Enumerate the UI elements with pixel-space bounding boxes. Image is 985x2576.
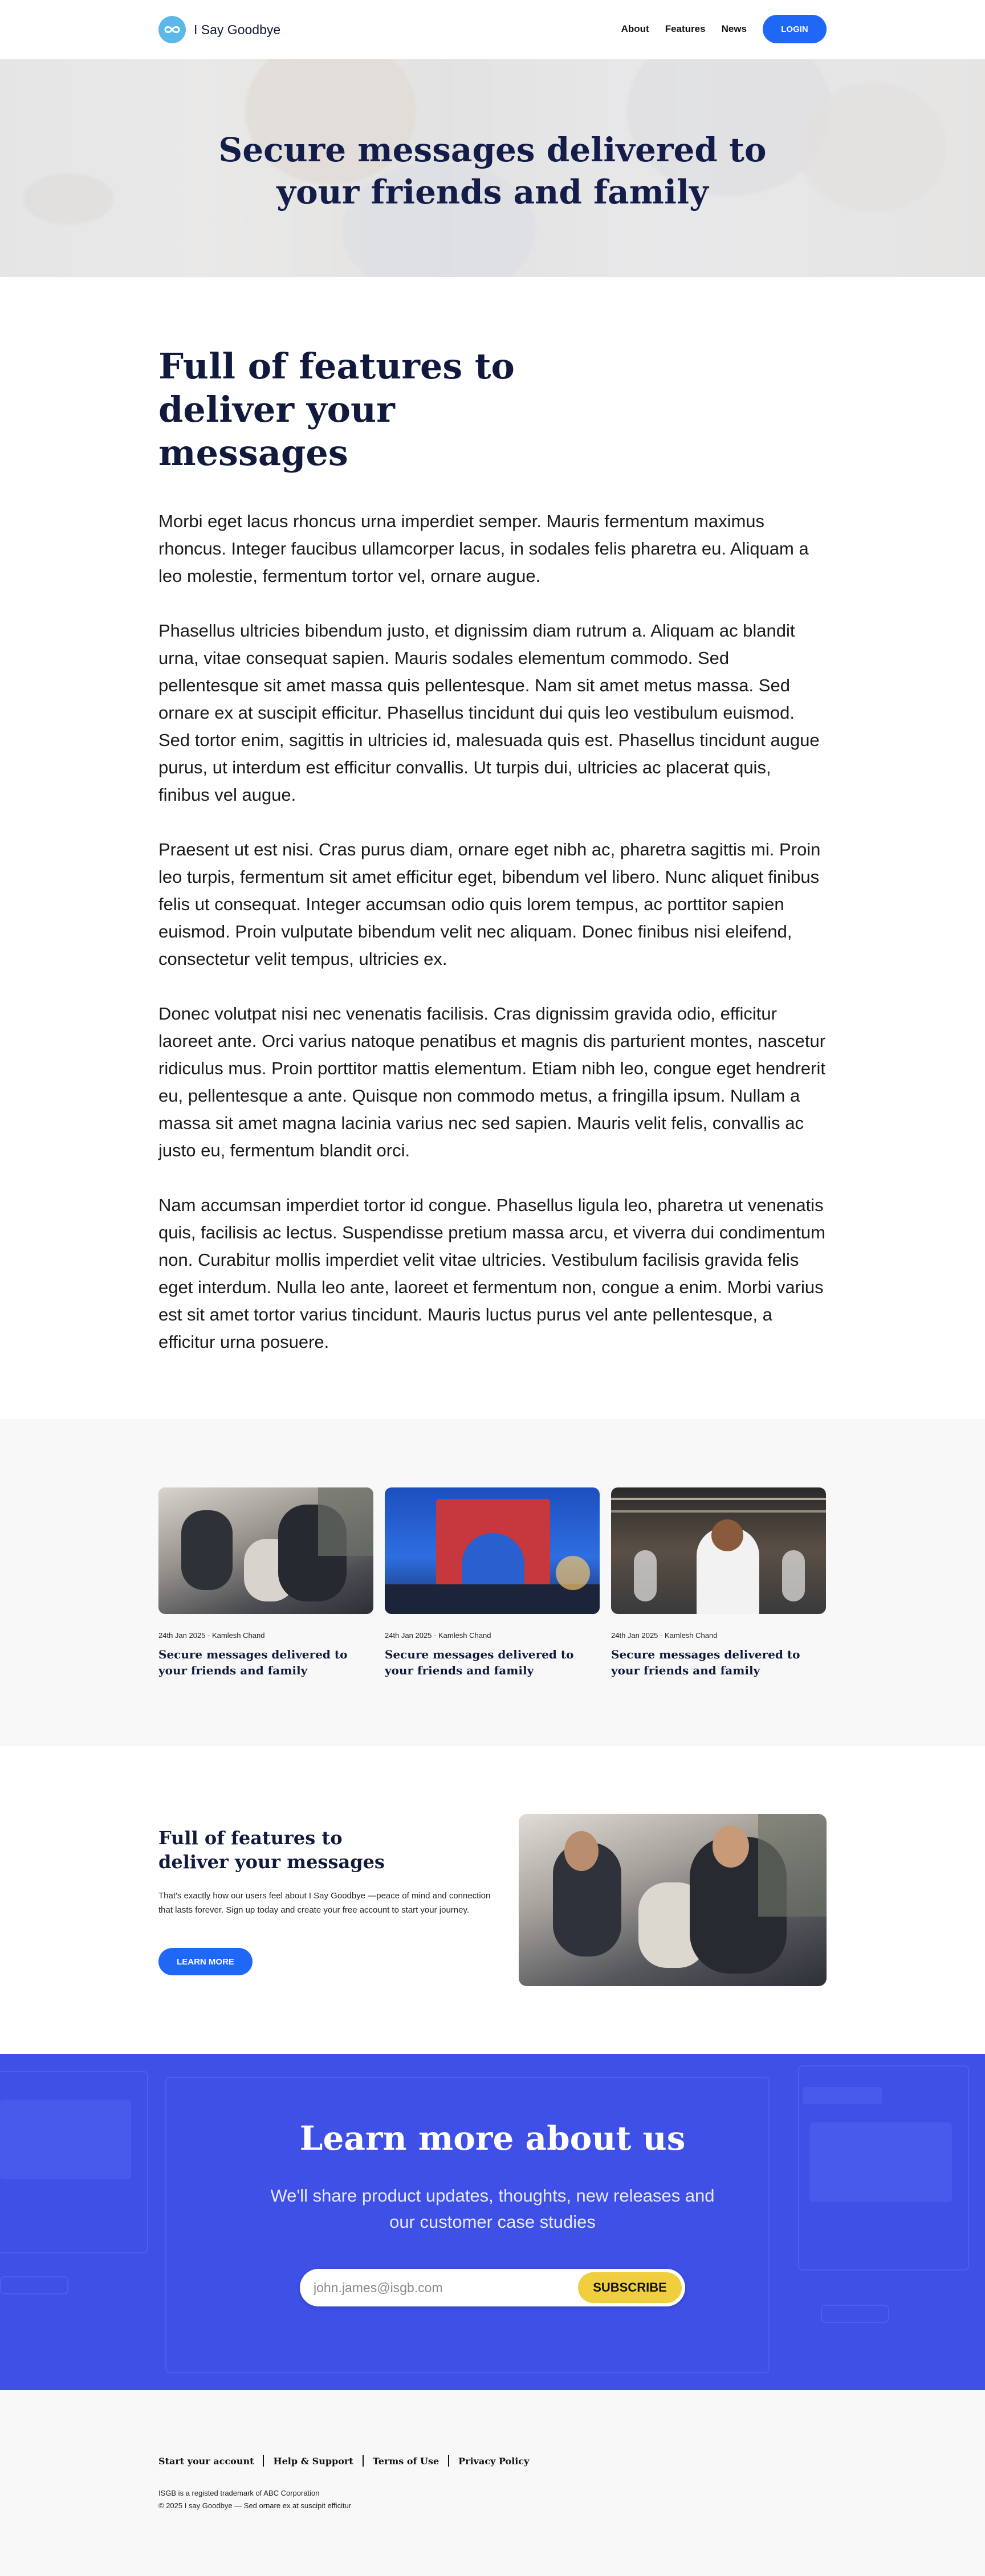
family-photo bbox=[519, 1814, 827, 1986]
email-field[interactable] bbox=[314, 2276, 576, 2300]
brand[interactable]: I Say Goodbye bbox=[158, 16, 280, 43]
card-title: Secure messages delivered to your friend… bbox=[611, 1648, 800, 1677]
news-card[interactable]: 24th Jan 2025 - Kamlesh Chand Secure mes… bbox=[385, 1487, 600, 1678]
subscribe-band: Learn more about us We'll share product … bbox=[0, 2054, 985, 2390]
news-cards-section: 24th Jan 2025 - Kamlesh Chand Secure mes… bbox=[0, 1419, 985, 1746]
infinity-logo-icon bbox=[158, 16, 186, 43]
hero-banner: Secure messages delivered to your friend… bbox=[0, 59, 985, 277]
footer-link-start-account[interactable]: Start your account bbox=[158, 2456, 254, 2467]
brand-name: I Say Goodbye bbox=[194, 22, 281, 37]
card-title: Secure messages delivered to your friend… bbox=[385, 1648, 574, 1677]
feature-title: Full of features to deliver your message… bbox=[158, 1827, 385, 1873]
trademark-notice: ISGB is a registed trademark of ABC Corp… bbox=[158, 2489, 320, 2497]
background-mockup bbox=[821, 2305, 889, 2323]
news-card[interactable]: 24th Jan 2025 - Kamlesh Chand Secure mes… bbox=[158, 1487, 373, 1678]
learn-more-button[interactable]: LEARN MORE bbox=[158, 1948, 253, 1975]
subscribe-title: Learn more about us bbox=[299, 2119, 686, 2158]
nav-news[interactable]: News bbox=[722, 23, 747, 35]
footer-link-terms[interactable]: Terms of Use bbox=[373, 2456, 439, 2467]
footer-links: Start your account Help & Support Terms … bbox=[158, 2455, 529, 2467]
article-paragraph: Nam accumsan imperdiet tortor id congue.… bbox=[158, 1195, 825, 1352]
subscribe-button[interactable]: SUBSCRIBE bbox=[578, 2272, 682, 2303]
article-paragraph: Morbi eget lacus rhoncus urna imperdiet … bbox=[158, 511, 809, 586]
site-header: I Say Goodbye About Features News LOGIN bbox=[0, 0, 985, 59]
article-section: Full of features to deliver your message… bbox=[158, 345, 827, 1356]
footer-divider bbox=[448, 2455, 450, 2467]
article-paragraph: Praesent ut est nisi. Cras purus diam, o… bbox=[158, 839, 821, 969]
copyright-notice: © 2025 I say Goodbye — Sed ornare ex at … bbox=[158, 2501, 352, 2510]
background-mockup bbox=[0, 2276, 68, 2294]
footer-link-help[interactable]: Help & Support bbox=[273, 2456, 353, 2467]
chef-kitchen-photo bbox=[611, 1487, 826, 1614]
footer-legal: ISGB is a registed trademark of ABC Corp… bbox=[158, 2487, 351, 2512]
card-meta: 24th Jan 2025 - Kamlesh Chand bbox=[611, 1631, 718, 1640]
site-footer: Start your account Help & Support Terms … bbox=[0, 2390, 985, 2576]
article-heading: Full of features to deliver your message… bbox=[158, 345, 515, 474]
main-nav: About Features News LOGIN bbox=[621, 15, 827, 43]
footer-divider bbox=[263, 2455, 264, 2467]
footer-link-privacy[interactable]: Privacy Policy bbox=[458, 2456, 529, 2467]
background-mockup bbox=[803, 2087, 882, 2104]
card-meta: 24th Jan 2025 - Kamlesh Chand bbox=[385, 1631, 491, 1640]
feature-text: That's exactly how our users feel about … bbox=[158, 1891, 491, 1915]
subscribe-subtitle: We'll share product updates, thoughts, n… bbox=[270, 2186, 715, 2232]
hero-title: Secure messages delivered to your friend… bbox=[218, 131, 767, 211]
red-arch-photo bbox=[385, 1487, 600, 1614]
card-title: Secure messages delivered to your friend… bbox=[158, 1648, 348, 1677]
login-button[interactable]: LOGIN bbox=[763, 15, 827, 43]
article-paragraph: Donec volutpat nisi nec venenatis facili… bbox=[158, 1004, 826, 1160]
card-meta: 24th Jan 2025 - Kamlesh Chand bbox=[158, 1631, 265, 1640]
article-paragraph: Phasellus ultricies bibendum justo, et d… bbox=[158, 621, 820, 805]
subscribe-form: SUBSCRIBE bbox=[300, 2269, 685, 2306]
family-photo bbox=[158, 1487, 373, 1614]
nav-features[interactable]: Features bbox=[665, 23, 706, 35]
news-card[interactable]: 24th Jan 2025 - Kamlesh Chand Secure mes… bbox=[611, 1487, 826, 1678]
footer-divider bbox=[362, 2455, 364, 2467]
nav-about[interactable]: About bbox=[621, 23, 649, 35]
